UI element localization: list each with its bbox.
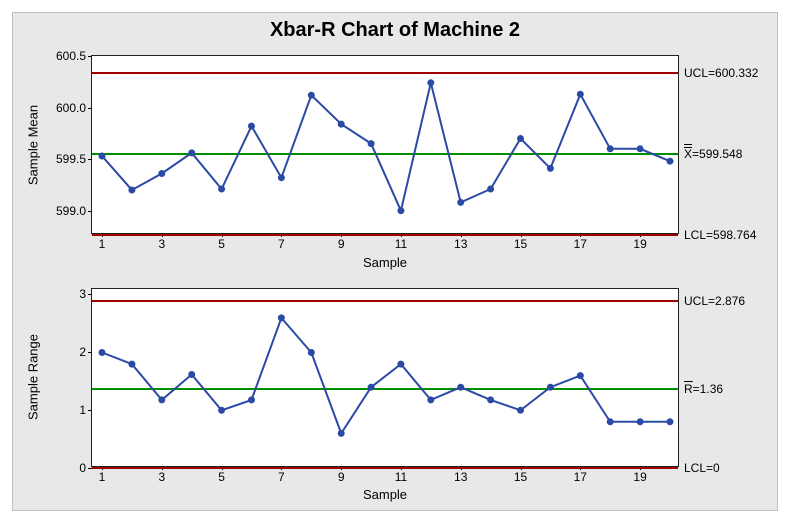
data-point xyxy=(428,396,434,402)
data-point xyxy=(189,150,195,156)
data-point xyxy=(518,407,524,413)
xbar-ylabel: Sample Mean xyxy=(26,104,41,184)
data-point xyxy=(547,384,553,390)
data-point xyxy=(159,396,165,402)
xbar-xlabel: Sample xyxy=(363,255,407,270)
data-point xyxy=(488,186,494,192)
data-series xyxy=(92,56,680,235)
data-point xyxy=(129,187,135,193)
data-point xyxy=(338,430,344,436)
data-point xyxy=(368,141,374,147)
data-point xyxy=(308,349,314,355)
data-point xyxy=(278,175,284,181)
data-point xyxy=(607,146,613,152)
chart-panel: Xbar-R Chart of Machine 2 599.0599.5600.… xyxy=(12,12,778,511)
range-chart: 0123135791113151719UCL=2.876R=1.36LCL=0 … xyxy=(21,282,769,503)
data-point xyxy=(667,158,673,164)
data-point xyxy=(219,407,225,413)
xbar-chart: 599.0599.5600.0600.5135791113151719UCL=6… xyxy=(21,49,769,270)
data-point xyxy=(667,418,673,424)
limit-label-ucl: UCL=2.876 xyxy=(678,294,745,308)
data-point xyxy=(577,91,583,97)
data-point xyxy=(129,361,135,367)
data-point xyxy=(308,92,314,98)
range-ylabel: Sample Range xyxy=(26,334,41,420)
data-point xyxy=(368,384,374,390)
data-point xyxy=(249,396,255,402)
range-plot-area: 0123135791113151719UCL=2.876R=1.36LCL=0 xyxy=(91,288,679,467)
data-point xyxy=(338,121,344,127)
xbar-plot-area: 599.0599.5600.0600.5135791113151719UCL=6… xyxy=(91,55,679,234)
data-point xyxy=(398,208,404,214)
data-series xyxy=(92,289,680,468)
data-point xyxy=(159,171,165,177)
range-plot-frame: 0123135791113151719UCL=2.876R=1.36LCL=0 xyxy=(91,288,679,467)
data-point xyxy=(488,396,494,402)
data-point xyxy=(428,80,434,86)
data-point xyxy=(189,371,195,377)
data-point xyxy=(278,314,284,320)
chart-title: Xbar-R Chart of Machine 2 xyxy=(21,19,769,42)
range-xlabel: Sample xyxy=(363,487,407,502)
limit-label-cl: R=1.36 xyxy=(678,382,723,396)
data-point xyxy=(219,186,225,192)
data-point xyxy=(249,123,255,129)
ytick-label: 599.0 xyxy=(56,204,92,218)
limit-label-cl: X=599.548 xyxy=(678,147,742,161)
data-point xyxy=(99,153,105,159)
ytick-label: 600.5 xyxy=(56,49,92,63)
data-point xyxy=(458,384,464,390)
data-point xyxy=(607,418,613,424)
ytick-label: 600.0 xyxy=(56,101,92,115)
data-point xyxy=(637,146,643,152)
charts-container: 599.0599.5600.0600.5135791113151719UCL=6… xyxy=(21,49,769,502)
limit-label-lcl: LCL=598.764 xyxy=(678,228,756,242)
data-point xyxy=(547,165,553,171)
data-point xyxy=(398,361,404,367)
ytick-label: 599.5 xyxy=(56,152,92,166)
data-point xyxy=(637,418,643,424)
data-point xyxy=(518,136,524,142)
data-point xyxy=(99,349,105,355)
xbar-plot-frame: 599.0599.5600.0600.5135791113151719UCL=6… xyxy=(91,55,679,234)
data-point xyxy=(577,372,583,378)
limit-label-lcl: LCL=0 xyxy=(678,461,720,475)
limit-label-ucl: UCL=600.332 xyxy=(678,66,758,80)
data-point xyxy=(458,199,464,205)
